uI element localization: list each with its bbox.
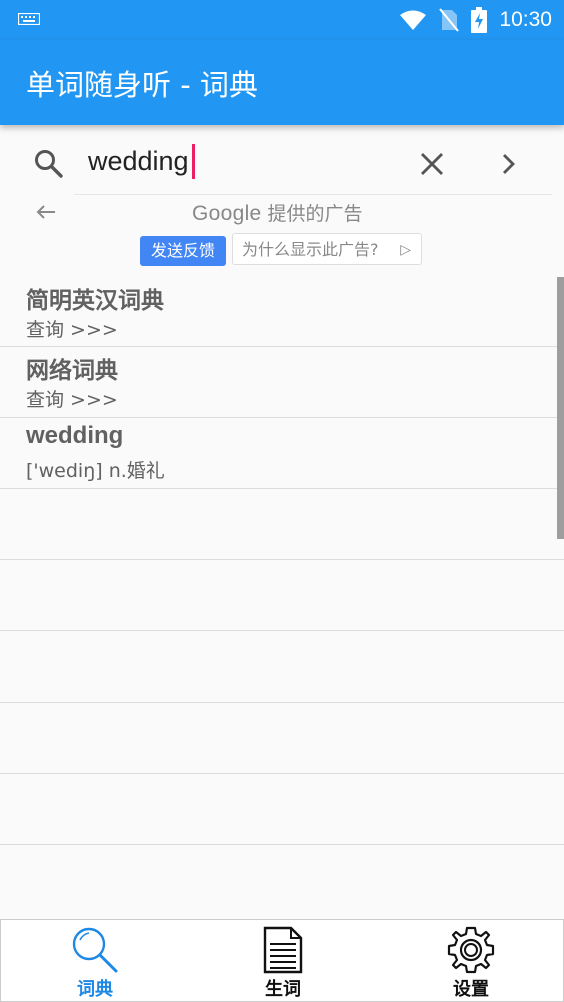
list-item[interactable]: wedding ['wediŋ] n.婚礼 xyxy=(0,418,564,489)
list-item-subtitle: ['wediŋ] n.婚礼 xyxy=(26,460,165,482)
scrollbar[interactable] xyxy=(557,277,564,539)
ad-banner: Google 提供的广告 发送反馈 为什么显示此广告? ▷ xyxy=(0,196,564,272)
adchoices-icon: ▷ xyxy=(400,242,411,258)
ad-provided-by: Google 提供的广告 xyxy=(192,199,363,226)
magnifier-icon xyxy=(72,927,118,973)
back-arrow-icon[interactable] xyxy=(36,204,56,220)
nav-label: 词典 xyxy=(77,979,113,1000)
empty-row xyxy=(0,560,564,631)
ad-provided-label: 提供的广告 xyxy=(267,203,363,225)
why-this-ad-button[interactable]: 为什么显示此广告? ▷ xyxy=(232,233,422,265)
send-feedback-button[interactable]: 发送反馈 xyxy=(140,236,226,266)
list-item-title: wedding xyxy=(26,422,124,449)
document-icon xyxy=(263,926,303,974)
list-item-subtitle: 查询 >>> xyxy=(26,389,118,411)
list-item-subtitle: 查询 >>> xyxy=(26,319,118,341)
list-item[interactable]: 网络词典 查询 >>> xyxy=(0,347,564,418)
status-time: 10:30 xyxy=(499,8,552,31)
results-list: 简明英汉词典 查询 >>> 网络词典 查询 >>> wedding ['wedi… xyxy=(0,277,564,845)
wifi-icon xyxy=(400,10,427,30)
no-sim-icon xyxy=(439,8,460,32)
keyboard-icon xyxy=(18,13,40,25)
empty-row xyxy=(0,774,564,845)
nav-dictionary[interactable]: 词典 xyxy=(1,920,189,1001)
bottom-navigation: 词典 生词 设置 xyxy=(0,919,564,1002)
list-item[interactable]: 简明英汉词典 查询 >>> xyxy=(0,277,564,347)
text-caret xyxy=(192,144,195,179)
chevron-right-icon[interactable] xyxy=(500,153,516,175)
status-bar: 10:30 xyxy=(0,0,564,40)
empty-row xyxy=(0,703,564,774)
why-this-ad-label: 为什么显示此广告? xyxy=(242,240,379,259)
nav-label: 生词 xyxy=(265,979,301,1000)
nav-settings[interactable]: 设置 xyxy=(377,920,564,1001)
clear-icon[interactable] xyxy=(420,152,444,176)
gear-icon xyxy=(447,926,495,974)
google-wordmark: Google xyxy=(192,202,262,225)
search-icon[interactable] xyxy=(34,149,64,179)
search-input[interactable] xyxy=(88,143,398,179)
battery-charging-icon xyxy=(471,7,488,33)
app-title: 单词随身听 - 词典 xyxy=(26,68,258,102)
list-item-title: 网络词典 xyxy=(26,358,118,384)
search-bar xyxy=(0,125,564,195)
list-item-title: 简明英汉词典 xyxy=(26,288,164,314)
empty-row xyxy=(0,631,564,703)
app-bar: 单词随身听 - 词典 xyxy=(0,40,564,125)
nav-label: 设置 xyxy=(453,979,489,1000)
empty-row xyxy=(0,489,564,560)
search-divider xyxy=(74,194,552,195)
nav-vocabulary[interactable]: 生词 xyxy=(189,920,377,1001)
